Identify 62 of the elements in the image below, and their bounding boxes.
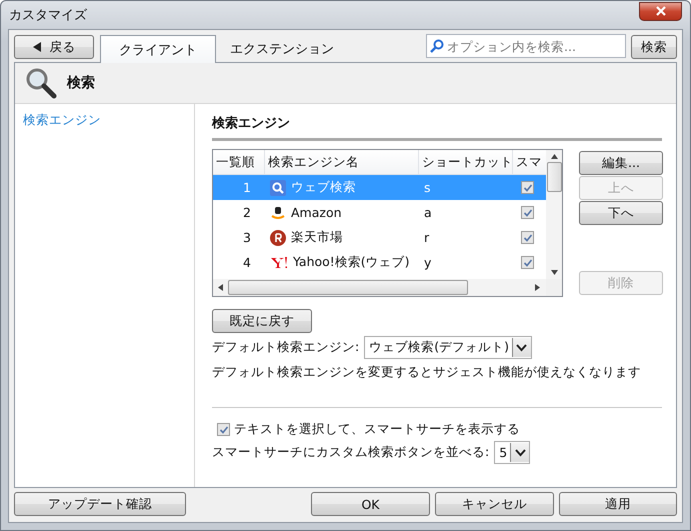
table-cell-text: r <box>423 230 430 245</box>
table-cell: Amazon <box>291 205 342 220</box>
chevron-down-icon <box>516 344 528 352</box>
magnifier-icon <box>25 67 57 99</box>
checkbox-label: テキストを選択して、スマートサーチを表示する <box>234 421 520 438</box>
default-engine-label: デフォルト検索エンジン: <box>212 339 360 356</box>
table-cell-text: 4 <box>242 255 252 270</box>
window-title: カスタマイズ <box>9 7 87 24</box>
table-cell-text: 1 <box>242 180 252 195</box>
dialog-button[interactable]: OK <box>311 492 430 516</box>
search-button[interactable]: 検索 <box>631 35 677 59</box>
tab[interactable]: エクステンション <box>216 36 348 62</box>
column-header[interactable]: 検索エンジン名 <box>265 150 419 174</box>
scroll-down-icon[interactable] <box>550 270 558 275</box>
table-row[interactable]: 4 Yahoo!検索(ウェブ) y <box>213 250 546 275</box>
table-cell-text: 2 <box>242 205 252 220</box>
smile-arrow-icon <box>270 204 286 220</box>
table-cell-text: 3 <box>242 230 252 245</box>
back-button[interactable]: 戻る <box>14 35 94 59</box>
scroll-up-icon[interactable] <box>550 154 558 159</box>
checkbox[interactable] <box>521 231 534 244</box>
reset-button[interactable]: 既定に戻す <box>212 309 312 333</box>
checkbox[interactable] <box>521 206 534 219</box>
close-icon <box>654 6 666 16</box>
tab[interactable]: クライアント <box>100 35 216 63</box>
scroll-thumb[interactable] <box>228 280 468 295</box>
side-button[interactable]: 下へ <box>579 201 663 225</box>
column-header[interactable]: スマ <box>513 150 546 174</box>
side-button[interactable]: 編集... <box>579 151 663 175</box>
section-heading: 検索エンジン <box>212 114 662 141</box>
dialog-button[interactable]: 適用 <box>559 492 677 516</box>
checkbox[interactable] <box>521 181 534 194</box>
chevron-down-icon <box>514 448 526 456</box>
table-row[interactable]: 3 楽天市場 r <box>213 225 546 250</box>
table-cell-text: a <box>423 205 433 220</box>
count-dropdown[interactable]: 5 <box>494 441 530 464</box>
scroll-right-icon[interactable] <box>535 284 540 291</box>
vertical-scrollbar[interactable] <box>546 150 562 279</box>
checkbox[interactable] <box>521 256 534 269</box>
search-icon <box>270 180 286 196</box>
close-button[interactable] <box>639 2 682 20</box>
scroll-thumb[interactable] <box>546 162 562 192</box>
table-cell: Yahoo!検索(ウェブ) <box>293 254 410 271</box>
table-cell-text: s <box>423 180 432 195</box>
engine-dropdown[interactable]: ウェブ検索(デフォルト) <box>364 336 532 359</box>
scroll-left-icon[interactable] <box>218 284 223 291</box>
button-count-label: スマートサーチにカスタム検索ボタンを並べる: <box>212 444 490 461</box>
note-text: デフォルト検索エンジンを変更するとサジェスト機能が使えなくなります <box>212 364 641 381</box>
checkbox[interactable] <box>217 423 230 436</box>
dialog-button[interactable]: キャンセル <box>435 492 554 516</box>
table-cell-text: y <box>423 255 432 270</box>
sidebar-item[interactable]: 検索エンジン <box>23 112 101 129</box>
page-title: 検索 <box>67 74 95 92</box>
table-cell: ウェブ検索 <box>291 179 356 196</box>
column-header[interactable]: 一覧順 <box>213 150 265 174</box>
circle-r-icon <box>270 230 286 246</box>
search-field[interactable]: オプション内を検索... <box>426 34 626 58</box>
triangle-left-icon <box>32 42 42 52</box>
update-button[interactable]: アップデート確認 <box>14 492 186 516</box>
column-header[interactable]: ショートカット <box>419 150 513 174</box>
table-row[interactable]: 2 Amazon a <box>213 200 546 225</box>
table-cell: 楽天市場 <box>291 229 343 246</box>
